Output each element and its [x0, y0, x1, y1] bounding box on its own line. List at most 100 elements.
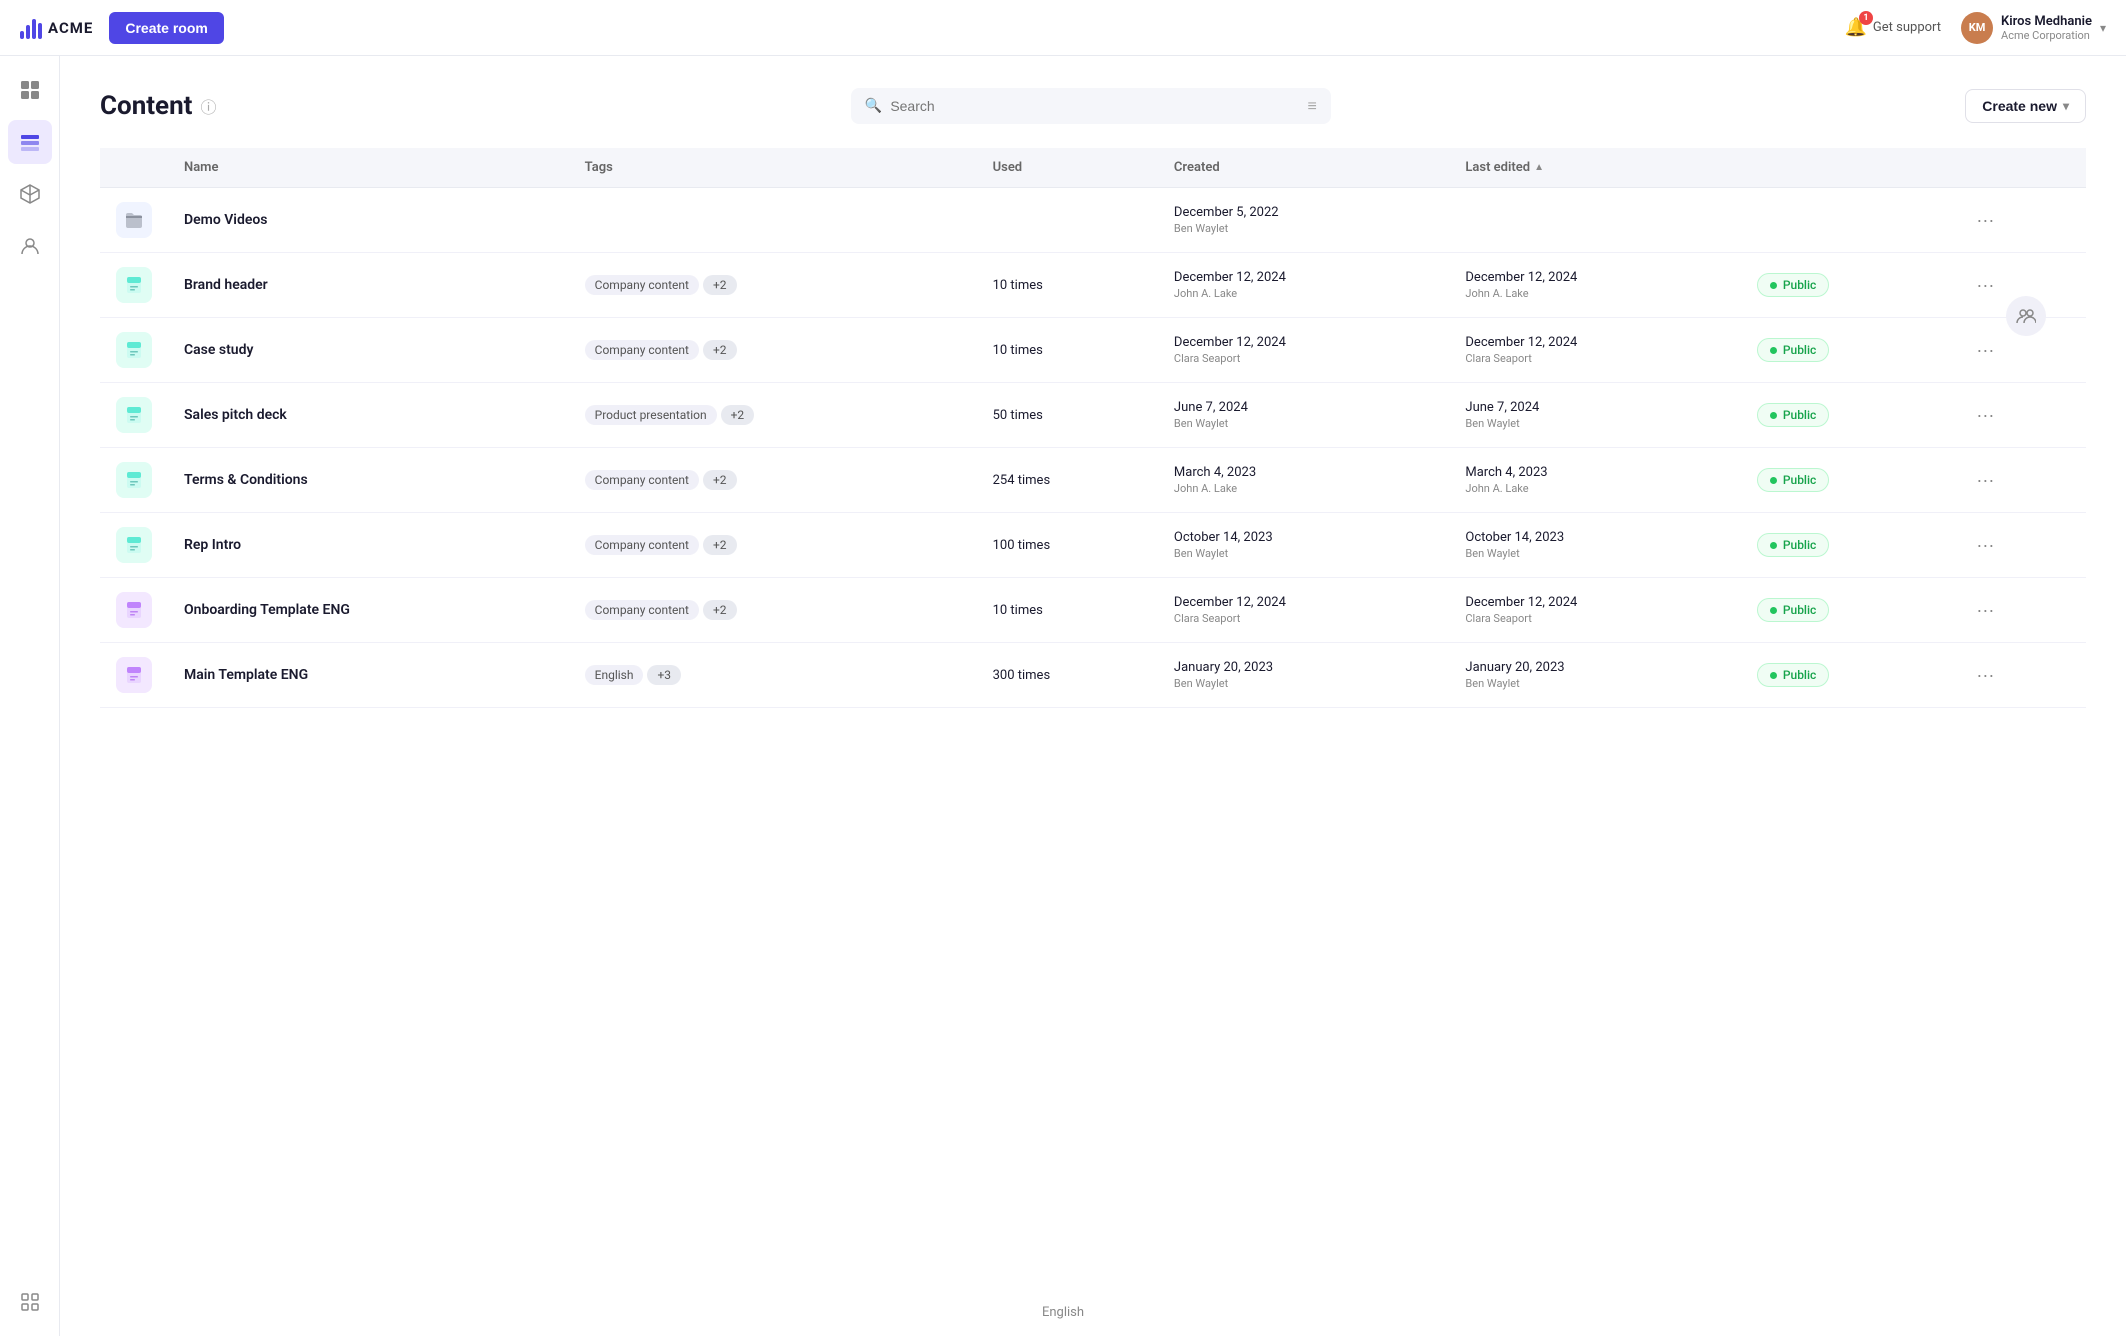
tag-badge: Company content [585, 340, 699, 360]
row-edited-cell: March 4, 2023John A. Lake [1449, 448, 1740, 513]
avatar: KM [1961, 12, 1993, 44]
search-bar: 🔍 ≡ [851, 88, 1331, 124]
row-actions-cell: ··· [1952, 513, 2086, 578]
row-actions-cell: ··· [1952, 188, 2086, 253]
row-status-cell: Public [1741, 643, 1953, 708]
doc-icon [116, 397, 152, 433]
logo-text: ACME [48, 19, 93, 37]
user-name: Kiros Medhanie [2001, 14, 2092, 29]
row-name-cell: Main Template ENG [168, 643, 569, 708]
template-icon [116, 657, 152, 693]
more-options-button[interactable]: ··· [1968, 401, 2002, 430]
th-used: Used [977, 148, 1158, 188]
tag-count: +3 [647, 665, 681, 685]
template-icon [116, 592, 152, 628]
item-name: Onboarding Template ENG [184, 602, 350, 618]
row-icon-cell [100, 448, 168, 513]
row-tags-cell: Company content+2 [569, 578, 977, 643]
team-button[interactable] [2006, 296, 2046, 336]
row-created-cell: December 12, 2024 Clara Seaport [1158, 318, 1449, 383]
sidebar-item-contacts[interactable] [8, 224, 52, 268]
row-created-cell: December 5, 2022 Ben Waylet [1158, 188, 1449, 253]
tag-badge: Company content [585, 535, 699, 555]
table-row: Rep Intro Company content+2 100 times Oc… [100, 513, 2086, 578]
contacts-icon [19, 235, 41, 257]
row-tags-cell: English+3 [569, 643, 977, 708]
folder-icon [116, 202, 152, 238]
support-button[interactable]: 🔔 1 Get support [1845, 17, 1942, 38]
status-dot [1770, 282, 1777, 289]
status-badge: Public [1757, 273, 1829, 297]
row-tags-cell: Product presentation+2 [569, 383, 977, 448]
row-actions-cell: ··· [1952, 643, 2086, 708]
tag-badge: Company content [585, 470, 699, 490]
more-options-button[interactable]: ··· [1968, 336, 2002, 365]
info-icon[interactable]: ⓘ [200, 94, 216, 118]
create-room-button[interactable]: Create room [109, 12, 223, 44]
row-actions-cell: ··· [1952, 448, 2086, 513]
more-options-button[interactable]: ··· [1968, 661, 2002, 690]
item-name: Sales pitch deck [184, 407, 287, 423]
users-icon [2016, 306, 2036, 326]
row-actions-cell: ··· [1952, 578, 2086, 643]
content-table: Name Tags Used Created Last edited ▲ [100, 148, 2086, 708]
more-options-button[interactable]: ··· [1968, 206, 2002, 235]
search-icon: 🔍 [865, 98, 882, 114]
item-name: Case study [184, 342, 253, 358]
layers-icon [19, 131, 41, 153]
item-name: Brand header [184, 277, 268, 293]
sidebar-item-cube[interactable] [8, 172, 52, 216]
support-label: Get support [1873, 20, 1941, 35]
chevron-down-icon: ▾ [2063, 99, 2069, 113]
item-name: Rep Intro [184, 537, 241, 553]
row-created-cell: June 7, 2024 Ben Waylet [1158, 383, 1449, 448]
doc-icon [116, 462, 152, 498]
row-tags-cell [569, 188, 977, 253]
more-options-button[interactable]: ··· [1968, 271, 2002, 300]
status-badge: Public [1757, 533, 1829, 557]
create-new-button[interactable]: Create new ▾ [1965, 89, 2086, 123]
topnav: ACME Create room 🔔 1 Get support KM Kiro… [0, 0, 2126, 56]
status-badge: Public [1757, 663, 1829, 687]
search-input[interactable] [890, 98, 1299, 114]
row-tags-cell: Company content+2 [569, 318, 977, 383]
row-used-cell [977, 188, 1158, 253]
main-content: Content ⓘ 🔍 ≡ Create new ▾ [60, 56, 2126, 740]
row-name-cell: Rep Intro [168, 513, 569, 578]
row-used-cell: 100 times [977, 513, 1158, 578]
row-tags-cell: Company content+2 [569, 513, 977, 578]
sidebar-item-grid[interactable] [8, 68, 52, 112]
item-name: Main Template ENG [184, 667, 308, 683]
item-name: Demo Videos [184, 212, 267, 228]
row-name-cell: Demo Videos [168, 188, 569, 253]
user-org: Acme Corporation [2001, 29, 2092, 42]
sidebar-item-layers[interactable] [8, 120, 52, 164]
th-last-edited[interactable]: Last edited ▲ [1449, 148, 1740, 188]
tag-badge: Company content [585, 275, 699, 295]
th-name: Name [168, 148, 569, 188]
row-created-cell: December 12, 2024 John A. Lake [1158, 253, 1449, 318]
th-tags: Tags [569, 148, 977, 188]
table-row: Sales pitch deck Product presentation+2 … [100, 383, 2086, 448]
filter-icon[interactable]: ≡ [1308, 96, 1317, 116]
sidebar-item-settings[interactable] [8, 1280, 52, 1324]
more-options-button[interactable]: ··· [1968, 596, 2002, 625]
user-menu[interactable]: KM Kiros Medhanie Acme Corporation ▾ [1961, 12, 2106, 44]
more-options-button[interactable]: ··· [1968, 466, 2002, 495]
row-icon-cell [100, 513, 168, 578]
row-name-cell: Case study [168, 318, 569, 383]
more-options-button[interactable]: ··· [1968, 531, 2002, 560]
row-used-cell: 10 times [977, 318, 1158, 383]
settings-icon [19, 1291, 41, 1313]
row-used-cell: 300 times [977, 643, 1158, 708]
logo: ACME [20, 17, 93, 39]
footer-language: English [1042, 1305, 1084, 1320]
row-name-cell: Sales pitch deck [168, 383, 569, 448]
table-row: Brand header Company content+2 10 times … [100, 253, 2086, 318]
row-status-cell: Public [1741, 253, 1953, 318]
row-tags-cell: Company content+2 [569, 253, 977, 318]
grid-icon [19, 79, 41, 101]
row-actions-cell: ··· [1952, 383, 2086, 448]
table-row: Terms & Conditions Company content+2 254… [100, 448, 2086, 513]
tag-badge: Company content [585, 600, 699, 620]
